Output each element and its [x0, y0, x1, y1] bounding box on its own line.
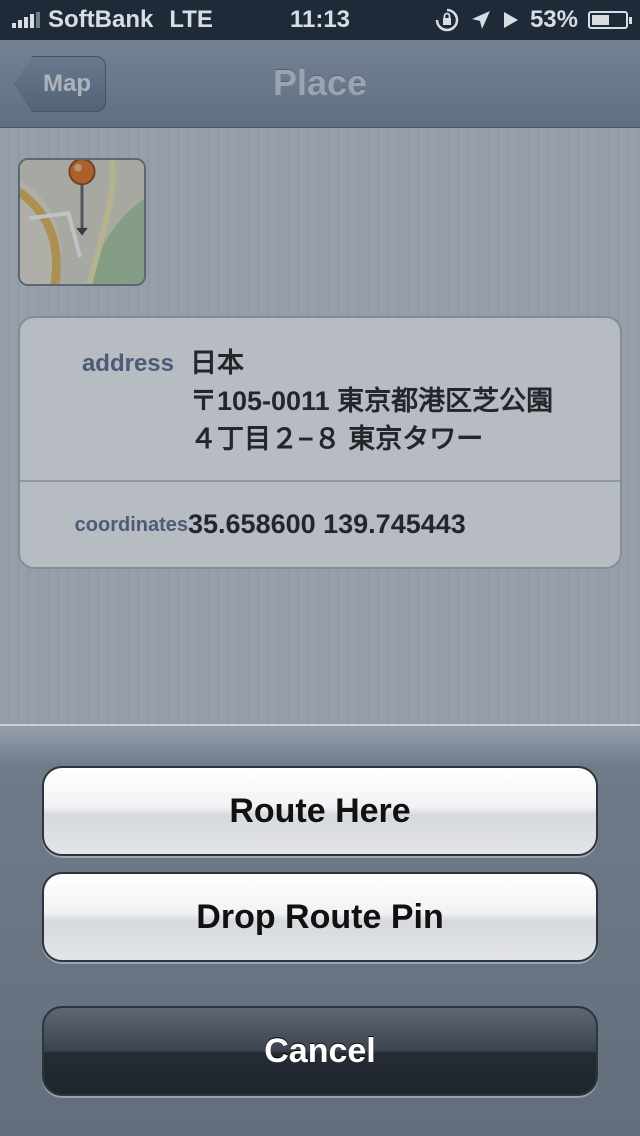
status-bar: SoftBank LTE 11:13 53%: [0, 0, 640, 40]
action-sheet: Route Here Drop Route Pin Cancel: [0, 724, 640, 1136]
rotation-lock-icon: [435, 8, 459, 32]
battery-percent: 53%: [529, 6, 578, 33]
drop-route-pin-button[interactable]: Drop Route Pin: [42, 872, 598, 962]
network-type: LTE: [169, 6, 213, 33]
location-arrow-icon: [471, 11, 490, 29]
cancel-button[interactable]: Cancel: [42, 1006, 598, 1096]
route-here-button[interactable]: Route Here: [42, 766, 598, 856]
battery-icon: [588, 11, 632, 29]
carrier-name: SoftBank: [48, 6, 154, 33]
play-icon: [503, 12, 518, 28]
signal-bars-icon: [12, 12, 40, 28]
